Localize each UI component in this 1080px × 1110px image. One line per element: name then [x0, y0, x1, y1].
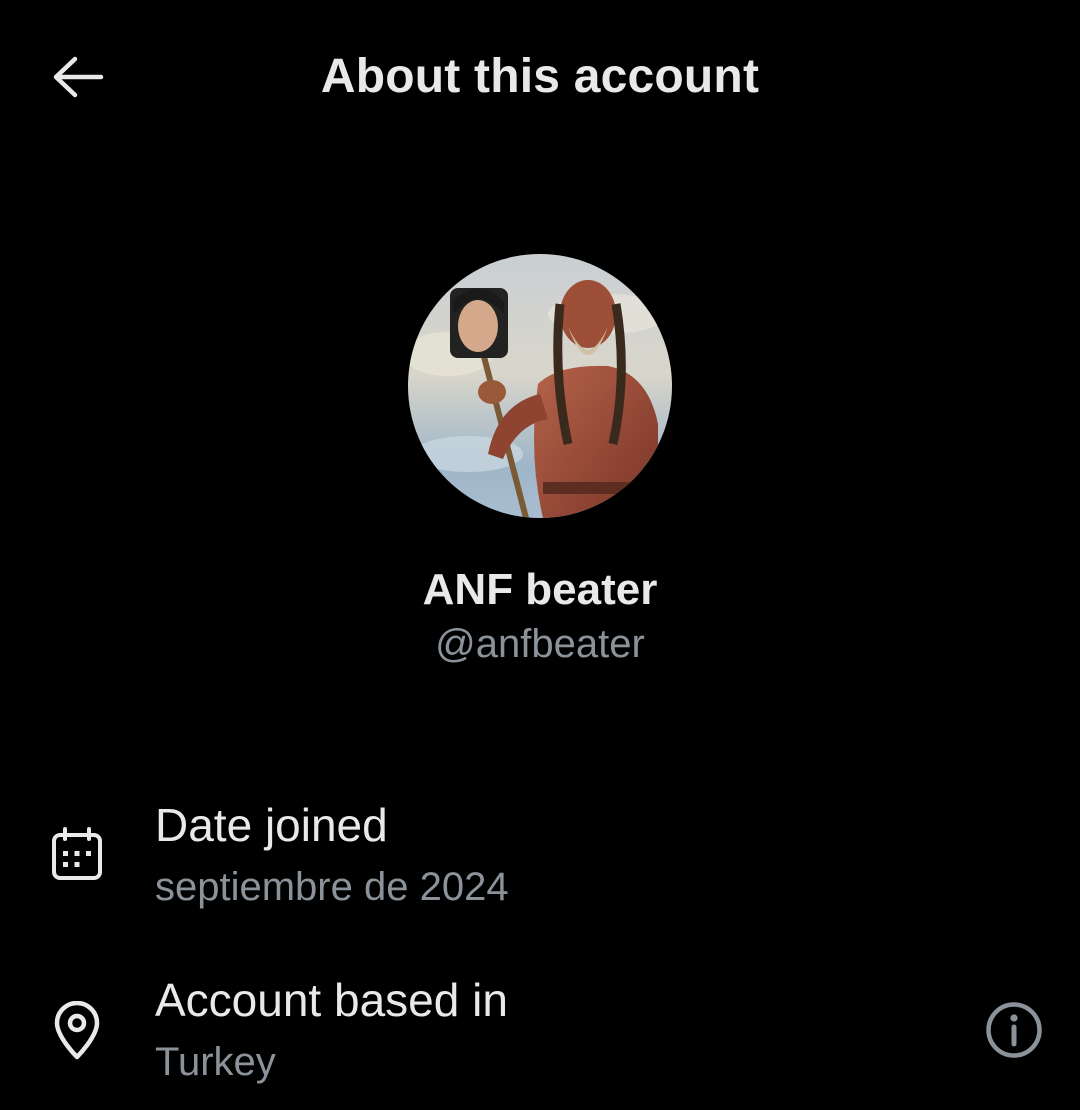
location-pin-icon: [46, 1000, 108, 1062]
date-joined-value: septiembre de 2024: [155, 865, 509, 909]
page-title: About this account: [320, 50, 760, 103]
info-button[interactable]: [982, 998, 1046, 1062]
avatar[interactable]: [408, 254, 672, 518]
date-joined-row: Date joined septiembre de 2024: [0, 795, 1080, 925]
display-name: ANF beater: [422, 565, 658, 614]
calendar-icon: [46, 823, 108, 885]
username-handle: @anfbeater: [435, 622, 645, 666]
account-based-in-label: Account based in: [155, 974, 508, 1026]
avatar-image: [408, 254, 672, 518]
account-based-in-value: Turkey: [155, 1040, 276, 1084]
date-joined-label: Date joined: [155, 799, 388, 851]
account-based-in-row: Account based in Turkey: [0, 970, 1080, 1100]
header: About this account: [0, 0, 1080, 155]
info-icon: [986, 1002, 1042, 1058]
about-account-screen: About this account ANF beater @anfbeater…: [0, 0, 1080, 1110]
